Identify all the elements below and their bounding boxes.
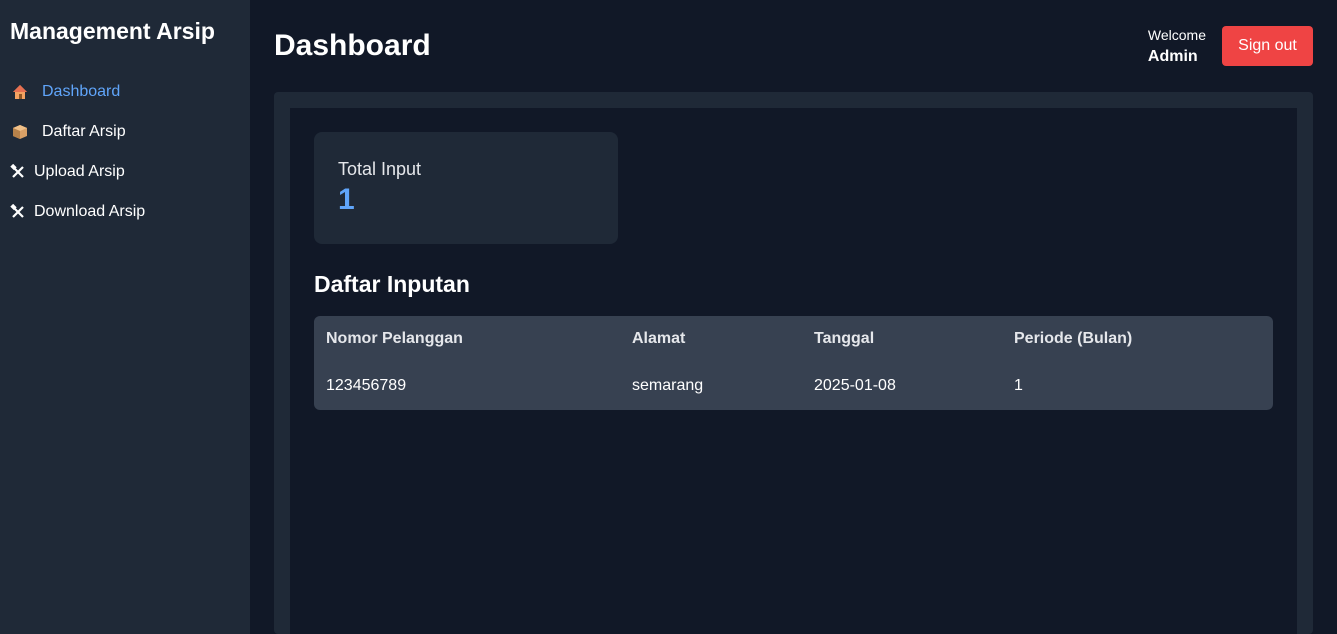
- sidebar: Management Arsip Dashboard Daftar Arsip: [0, 0, 250, 634]
- column-header: Tanggal: [814, 330, 875, 347]
- content-panel-inner: Total Input 1 Daftar Inputan Nomor Pelan…: [290, 108, 1297, 634]
- total-input-value: 1: [338, 183, 355, 216]
- tools-icon: [10, 164, 26, 180]
- column-header: Periode (Bulan): [1014, 330, 1133, 347]
- package-icon: [12, 124, 28, 140]
- main-content: Dashboard Welcome Admin Sign out Total I…: [250, 0, 1337, 634]
- content-panel: Total Input 1 Daftar Inputan Nomor Pelan…: [274, 92, 1313, 634]
- table-header-row: Nomor Pelanggan Alamat Tanggal Periode (…: [314, 316, 1273, 362]
- section-title: Daftar Inputan: [314, 271, 470, 297]
- column-header: Alamat: [632, 330, 686, 347]
- column-header: Nomor Pelanggan: [326, 330, 463, 347]
- sidebar-item-daftar-arsip[interactable]: Daftar Arsip: [10, 112, 250, 152]
- sidebar-item-label: Download Arsip: [34, 203, 146, 220]
- total-input-label: Total Input: [338, 159, 422, 179]
- sidebar-item-dashboard[interactable]: Dashboard: [10, 72, 250, 112]
- sidebar-item-label: Dashboard: [42, 83, 121, 100]
- tools-icon: [10, 204, 26, 220]
- welcome-block: Welcome Admin: [1148, 25, 1206, 67]
- inputs-table: Nomor Pelanggan Alamat Tanggal Periode (…: [314, 316, 1273, 410]
- table-cell: 2025-01-08: [814, 377, 896, 394]
- table-row: 123456789 semarang 2025-01-08 1: [314, 362, 1273, 410]
- sidebar-item-label: Daftar Arsip: [42, 123, 126, 140]
- sidebar-item-download-arsip[interactable]: Download Arsip: [10, 192, 250, 232]
- user-area: Welcome Admin Sign out: [1148, 25, 1313, 67]
- sidebar-item-label: Upload Arsip: [34, 163, 125, 180]
- house-icon: [12, 84, 28, 100]
- sign-out-button[interactable]: Sign out: [1222, 26, 1313, 66]
- page-title: Dashboard: [274, 29, 431, 62]
- username: Admin: [1147, 48, 1198, 65]
- table-cell: 123456789: [326, 377, 407, 394]
- sidebar-item-upload-arsip[interactable]: Upload Arsip: [10, 152, 250, 192]
- brand-title: Management Arsip: [10, 18, 215, 44]
- table-cell: semarang: [632, 377, 704, 394]
- app-root: Management Arsip Dashboard Daftar Arsip: [0, 0, 1337, 634]
- total-input-card: Total Input 1: [314, 132, 618, 244]
- table-cell: 1: [1014, 377, 1023, 394]
- welcome-label: Welcome: [1147, 27, 1206, 43]
- header: Dashboard Welcome Admin Sign out: [274, 0, 1313, 92]
